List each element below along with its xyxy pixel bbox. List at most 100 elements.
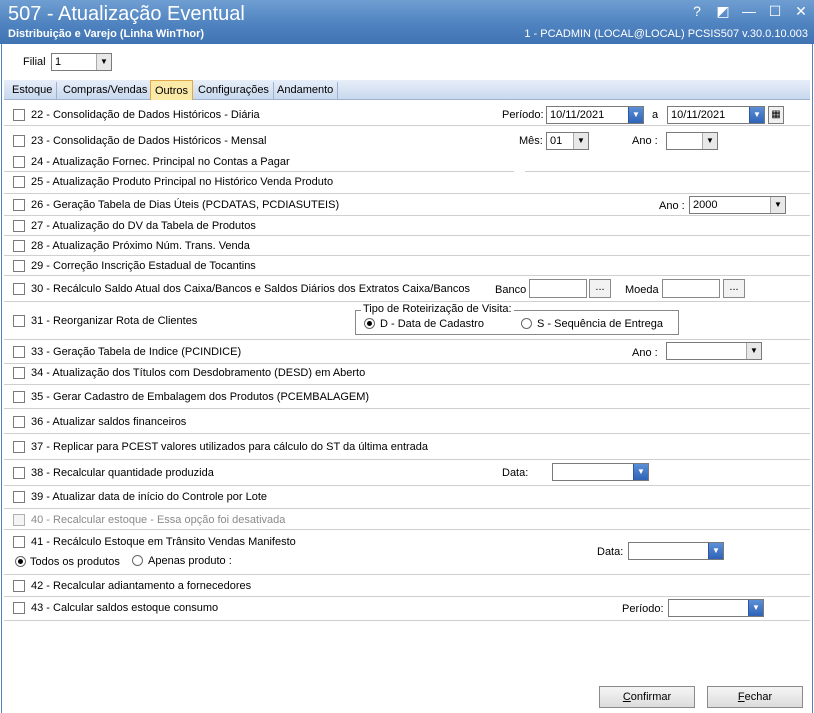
ano-select[interactable]: ▼ bbox=[666, 132, 718, 150]
moeda-input[interactable] bbox=[662, 279, 720, 298]
maximize-icon[interactable]: ☐ bbox=[768, 3, 782, 20]
rot-opt-s-label: S - Sequência de Entrega bbox=[537, 318, 663, 330]
chevron-down-icon[interactable]: ▼ bbox=[702, 133, 717, 149]
filial-value: 1 bbox=[55, 56, 62, 68]
chevron-down-icon[interactable]: ▼ bbox=[749, 107, 764, 123]
option-37-checkbox[interactable] bbox=[13, 441, 25, 453]
rot-opt-s-radio[interactable] bbox=[521, 318, 532, 329]
apenas-produto-radio[interactable] bbox=[132, 555, 143, 566]
mes-label: Mês: bbox=[519, 135, 543, 147]
option-37-label: 37 - Replicar para PCEST valores utiliza… bbox=[31, 441, 429, 453]
option-42-label: 42 - Recalcular adiantamento a fornecedo… bbox=[31, 580, 252, 592]
rot-opt-d-radio[interactable] bbox=[364, 318, 375, 329]
confirm-button[interactable]: Confirmar bbox=[599, 686, 695, 708]
todos-produtos-radio[interactable] bbox=[15, 556, 26, 567]
calendar-icon[interactable]: ▦ bbox=[768, 106, 784, 124]
apenas-produto-label: Apenas produto : bbox=[148, 555, 232, 567]
ano26-label: Ano : bbox=[659, 200, 685, 212]
chevron-down-icon[interactable]: ▼ bbox=[633, 464, 648, 480]
option-31-checkbox[interactable] bbox=[13, 315, 25, 327]
roteirizacao-title: Tipo de Roteirização de Visita: bbox=[361, 303, 514, 315]
periodo43-select[interactable]: ▼ bbox=[668, 599, 764, 617]
mes-select[interactable]: 01 ▼ bbox=[546, 132, 589, 150]
tab-strip: Estoque Compras/Vendas Outros Configuraç… bbox=[4, 80, 810, 100]
option-33-label: 33 - Geração Tabela de Indice (PCINDICE) bbox=[31, 346, 242, 358]
option-43-checkbox[interactable] bbox=[13, 602, 25, 614]
option-30-label: 30 - Recálculo Saldo Atual dos Caixa/Ban… bbox=[31, 283, 471, 295]
option-40-label: 40 - Recalcular estoque - Essa opção foi… bbox=[31, 514, 286, 526]
window-subtitle: Distribuição e Varejo (Linha WinThor) bbox=[8, 28, 205, 40]
banco-input[interactable] bbox=[529, 279, 587, 298]
tab-compras-vendas[interactable]: Compras/Vendas bbox=[59, 82, 153, 100]
option-25-label: 25 - Atualização Produto Principal no Hi… bbox=[31, 176, 334, 188]
option-41-checkbox[interactable] bbox=[13, 536, 25, 548]
chevron-down-icon[interactable]: ▼ bbox=[770, 197, 785, 213]
window-title: 507 - Atualização Eventual bbox=[8, 3, 245, 25]
option-30-checkbox[interactable] bbox=[13, 283, 25, 295]
moeda-label: Moeda bbox=[625, 284, 659, 296]
periodo-to-date[interactable]: 10/11/2021 ▼ bbox=[667, 106, 765, 124]
option-25-checkbox[interactable] bbox=[13, 176, 25, 188]
banco-search-button[interactable]: ... bbox=[589, 279, 611, 298]
tab-outros[interactable]: Outros bbox=[150, 80, 194, 100]
option-35-checkbox[interactable] bbox=[13, 391, 25, 403]
title-bar: 507 - Atualização Eventual Distribuição … bbox=[0, 0, 814, 44]
option-22-label: 22 - Consolidação de Dados Históricos - … bbox=[31, 109, 260, 121]
filial-label: Filial bbox=[23, 56, 46, 68]
option-42-checkbox[interactable] bbox=[13, 580, 25, 592]
restore-layout-icon[interactable]: ◩ bbox=[716, 3, 730, 20]
ano26-select[interactable]: 2000 ▼ bbox=[689, 196, 786, 214]
window-controls: ? ◩ — ☐ ✕ bbox=[690, 3, 808, 20]
chevron-down-icon[interactable]: ▼ bbox=[628, 107, 643, 123]
tab-andamento[interactable]: Andamento bbox=[273, 82, 339, 100]
option-39-label: 39 - Atualizar data de início do Control… bbox=[31, 491, 268, 503]
option-29-label: 29 - Correção Inscrição Estadual de Toca… bbox=[31, 260, 256, 272]
chevron-down-icon[interactable]: ▼ bbox=[746, 343, 761, 359]
option-40-checkbox bbox=[13, 514, 25, 526]
option-28-checkbox[interactable] bbox=[13, 240, 25, 252]
option-23-checkbox[interactable] bbox=[13, 135, 25, 147]
option-38-checkbox[interactable] bbox=[13, 467, 25, 479]
option-22-checkbox[interactable] bbox=[13, 109, 25, 121]
option-39-checkbox[interactable] bbox=[13, 491, 25, 503]
ano33-select[interactable]: ▼ bbox=[666, 342, 762, 360]
option-26-label: 26 - Geração Tabela de Dias Úteis (PCDAT… bbox=[31, 199, 340, 211]
tab-estoque[interactable]: Estoque bbox=[8, 82, 58, 100]
chevron-down-icon[interactable]: ▼ bbox=[708, 543, 723, 559]
option-27-label: 27 - Atualização do DV da Tabela de Prod… bbox=[31, 220, 256, 232]
option-23-label: 23 - Consolidação de Dados Históricos - … bbox=[31, 135, 267, 147]
option-24-checkbox[interactable] bbox=[13, 156, 25, 168]
option-31-label: 31 - Reorganizar Rota de Clientes bbox=[31, 315, 198, 327]
option-36-checkbox[interactable] bbox=[13, 416, 25, 428]
ano33-label: Ano : bbox=[632, 347, 658, 359]
filial-select[interactable]: 1 ▼ bbox=[51, 53, 112, 71]
option-34-label: 34 - Atualização dos Títulos com Desdobr… bbox=[31, 367, 366, 379]
chevron-down-icon[interactable]: ▼ bbox=[748, 600, 763, 616]
moeda-search-button[interactable]: ... bbox=[723, 279, 745, 298]
data41-date[interactable]: ▼ bbox=[628, 542, 724, 560]
option-33-checkbox[interactable] bbox=[13, 346, 25, 358]
option-36-label: 36 - Atualizar saldos financeiros bbox=[31, 416, 187, 428]
chevron-down-icon[interactable]: ▼ bbox=[573, 133, 588, 149]
option-41-label: 41 - Recálculo Estoque em Trânsito Venda… bbox=[31, 536, 296, 548]
close-button[interactable]: Fechar bbox=[707, 686, 803, 708]
close-icon[interactable]: ✕ bbox=[794, 3, 808, 20]
minimize-icon[interactable]: — bbox=[742, 3, 756, 20]
periodo-from-date[interactable]: 10/11/2021 ▼ bbox=[546, 106, 644, 124]
banco-label: Banco bbox=[495, 284, 527, 296]
option-29-checkbox[interactable] bbox=[13, 260, 25, 272]
option-27-checkbox[interactable] bbox=[13, 220, 25, 232]
option-26-checkbox[interactable] bbox=[13, 199, 25, 211]
tab-configuracoes[interactable]: Configurações bbox=[194, 82, 274, 100]
data41-label: Data: bbox=[597, 546, 624, 558]
data38-date[interactable]: ▼ bbox=[552, 463, 649, 481]
chevron-down-icon[interactable]: ▼ bbox=[96, 54, 111, 70]
help-icon[interactable]: ? bbox=[690, 3, 704, 20]
option-43-label: 43 - Calcular saldos estoque consumo bbox=[31, 602, 219, 614]
ano-label: Ano : bbox=[632, 135, 658, 147]
option-34-checkbox[interactable] bbox=[13, 367, 25, 379]
option-35-label: 35 - Gerar Cadastro de Embalagem dos Pro… bbox=[31, 391, 370, 403]
data38-label: Data: bbox=[502, 467, 529, 479]
periodo-label: Período: bbox=[502, 109, 544, 121]
periodo-separator: a bbox=[652, 109, 659, 121]
